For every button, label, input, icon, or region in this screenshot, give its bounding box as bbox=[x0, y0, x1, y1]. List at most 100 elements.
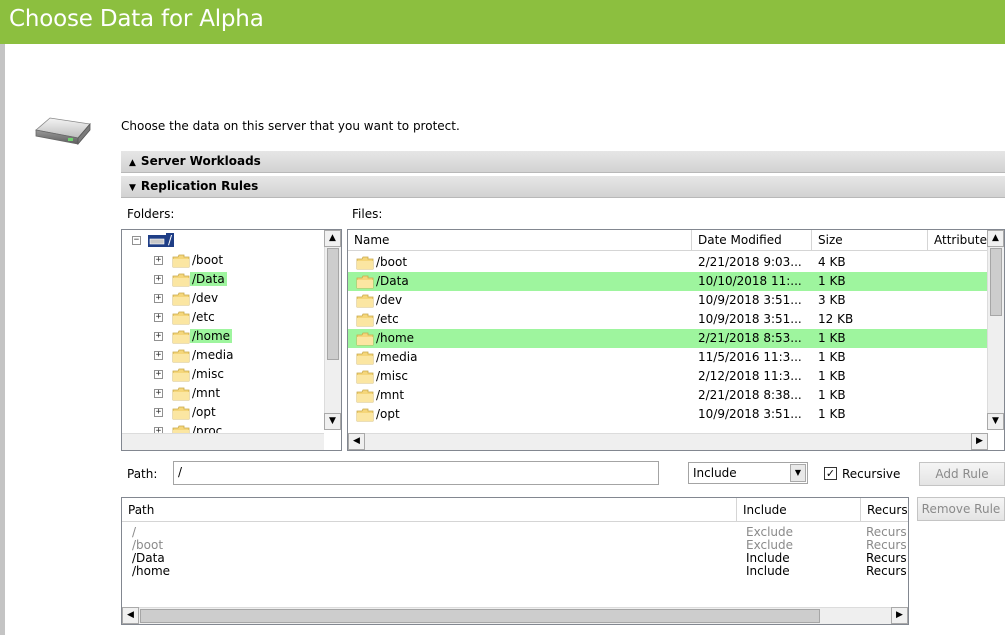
tree-item-label[interactable]: /Data bbox=[190, 272, 227, 286]
rules-hscroll[interactable]: ◀ ▶ bbox=[122, 607, 908, 624]
tree-item[interactable]: + /media bbox=[122, 346, 322, 365]
folder-tree-hscroll[interactable] bbox=[122, 433, 324, 450]
file-date-modified: 2/12/2018 11:3... bbox=[698, 369, 802, 383]
scroll-left-icon[interactable]: ◀ bbox=[348, 433, 365, 450]
rule-recursive: Recursive bbox=[866, 565, 906, 578]
rule-row[interactable]: /DataIncludeRecursive bbox=[122, 552, 908, 565]
rule-path: /home bbox=[132, 564, 171, 578]
tree-item[interactable]: + /mnt bbox=[122, 384, 322, 403]
tree-item-label[interactable]: /misc bbox=[190, 367, 226, 381]
file-row[interactable]: /Data 10/10/2018 11:... 1 KB bbox=[348, 272, 988, 291]
file-name: /etc bbox=[376, 312, 399, 326]
tree-item-label[interactable]: /etc bbox=[190, 310, 217, 324]
file-list[interactable]: Name Date Modified Size Attributes /boot… bbox=[347, 229, 1005, 451]
include-exclude-select[interactable]: Include ▼ bbox=[688, 462, 808, 484]
files-label: Files: bbox=[352, 207, 383, 221]
scroll-thumb[interactable] bbox=[990, 248, 1002, 316]
tree-item[interactable]: + /dev bbox=[122, 289, 322, 308]
tree-item-label[interactable]: /home bbox=[190, 329, 233, 343]
expand-toggle[interactable]: + bbox=[154, 332, 163, 341]
scroll-right-icon[interactable]: ▶ bbox=[891, 607, 908, 624]
file-row[interactable]: /media 11/5/2016 11:3... 1 KB bbox=[348, 348, 988, 367]
tree-item[interactable]: + /opt bbox=[122, 403, 322, 422]
tree-item-label[interactable]: /mnt bbox=[190, 386, 222, 400]
file-row[interactable]: /etc 10/9/2018 3:51... 12 KB bbox=[348, 310, 988, 329]
scroll-up-icon[interactable]: ▲ bbox=[987, 230, 1004, 247]
tree-item-label[interactable]: /opt bbox=[190, 405, 218, 419]
left-border bbox=[0, 44, 5, 635]
rule-row[interactable]: /home Include Recursive bbox=[122, 565, 908, 578]
file-row[interactable]: /dev 10/9/2018 3:51... 3 KB bbox=[348, 291, 988, 310]
intro-text: Choose the data on this server that you … bbox=[121, 119, 460, 133]
rule-row[interactable]: /bootExcludeRecursive bbox=[122, 539, 908, 552]
expand-toggle[interactable]: + bbox=[154, 370, 163, 379]
tree-item-label[interactable]: /boot bbox=[190, 253, 225, 267]
title-bar: Choose Data for Alpha bbox=[0, 0, 1005, 44]
collapse-toggle[interactable]: − bbox=[132, 236, 141, 245]
replication-rules-section[interactable]: ▼ Replication Rules bbox=[121, 176, 1005, 198]
file-list-hscroll[interactable]: ◀ ▶ bbox=[348, 433, 988, 450]
column-size[interactable]: Size bbox=[812, 230, 928, 251]
expand-toggle[interactable]: + bbox=[154, 294, 163, 303]
rules-header: Path Include Recursive bbox=[122, 498, 908, 522]
tree-item-label[interactable]: /media bbox=[190, 348, 235, 362]
tree-root-label[interactable]: / bbox=[166, 233, 175, 247]
server-drive-icon bbox=[148, 235, 166, 247]
scroll-left-icon[interactable]: ◀ bbox=[122, 607, 139, 624]
file-size: 1 KB bbox=[818, 331, 846, 345]
rule-recursive: Recursive bbox=[866, 526, 906, 539]
rule-recursive: Recursive bbox=[866, 539, 906, 552]
file-name: /opt bbox=[376, 407, 400, 421]
scroll-down-icon[interactable]: ▼ bbox=[987, 413, 1004, 430]
file-size: 1 KB bbox=[818, 388, 846, 402]
scroll-down-icon[interactable]: ▼ bbox=[324, 413, 341, 430]
expand-toggle[interactable]: + bbox=[154, 275, 163, 284]
rules-grid[interactable]: Path Include Recursive /ExcludeRecursive… bbox=[121, 497, 909, 625]
file-date-modified: 2/21/2018 8:38... bbox=[698, 388, 802, 402]
file-row[interactable]: /boot 2/21/2018 9:03... 4 KB bbox=[348, 253, 988, 272]
expand-toggle[interactable]: + bbox=[154, 408, 163, 417]
column-path[interactable]: Path bbox=[122, 498, 737, 522]
section-label: Replication Rules bbox=[140, 179, 259, 193]
file-name: /boot bbox=[376, 255, 408, 269]
server-workloads-section[interactable]: ▲ Server Workloads bbox=[121, 151, 1005, 173]
column-attributes[interactable]: Attributes bbox=[928, 230, 988, 251]
file-row[interactable]: /home 2/21/2018 8:53... 1 KB bbox=[348, 329, 988, 348]
file-list-vscroll[interactable]: ▲ ▼ bbox=[987, 230, 1004, 430]
expand-toggle[interactable]: + bbox=[154, 256, 163, 265]
tree-item-label[interactable]: /dev bbox=[190, 291, 220, 305]
column-include[interactable]: Include bbox=[737, 498, 861, 522]
tree-item[interactable]: + /boot bbox=[122, 251, 322, 270]
scroll-thumb[interactable] bbox=[140, 609, 820, 623]
expand-toggle[interactable]: + bbox=[154, 351, 163, 360]
tree-item[interactable]: + /Data bbox=[122, 270, 322, 289]
folder-tree[interactable]: − / +/boot +/Data +/dev +/etc +/home +/media +… bbox=[121, 229, 342, 451]
file-date-modified: 2/21/2018 9:03... bbox=[698, 255, 802, 269]
column-date-modified[interactable]: Date Modified bbox=[692, 230, 812, 251]
scroll-thumb[interactable] bbox=[327, 248, 339, 360]
chevron-down-icon[interactable]: ▼ bbox=[790, 464, 806, 482]
file-date-modified: 10/9/2018 3:51... bbox=[698, 312, 802, 326]
column-name[interactable]: Name bbox=[348, 230, 692, 251]
add-rule-button[interactable]: Add Rule bbox=[919, 462, 1005, 486]
file-date-modified: 2/21/2018 8:53... bbox=[698, 331, 802, 345]
folder-tree-vscroll[interactable]: ▲ ▼ bbox=[324, 230, 341, 430]
folders-label: Folders: bbox=[127, 207, 175, 221]
file-name: /home bbox=[376, 331, 415, 345]
file-row[interactable]: /mnt 2/21/2018 8:38... 1 KB bbox=[348, 386, 988, 405]
column-recursive[interactable]: Recursive bbox=[861, 498, 908, 522]
file-name: /dev bbox=[376, 293, 403, 307]
tree-item[interactable]: + /misc bbox=[122, 365, 322, 384]
remove-rule-button[interactable]: Remove Rule bbox=[917, 497, 1005, 521]
tree-item[interactable]: + /home bbox=[122, 327, 322, 346]
tree-item[interactable]: + /etc bbox=[122, 308, 322, 327]
expand-toggle[interactable]: + bbox=[154, 389, 163, 398]
file-row[interactable]: /opt 10/9/2018 3:51... 1 KB bbox=[348, 405, 988, 424]
path-input[interactable]: / bbox=[173, 461, 659, 485]
scroll-up-icon[interactable]: ▲ bbox=[324, 230, 341, 247]
file-size: 1 KB bbox=[818, 350, 846, 364]
file-row[interactable]: /misc 2/12/2018 11:3... 1 KB bbox=[348, 367, 988, 386]
recursive-checkbox[interactable]: ✓ bbox=[824, 467, 837, 480]
expand-toggle[interactable]: + bbox=[154, 313, 163, 322]
scroll-right-icon[interactable]: ▶ bbox=[971, 433, 988, 450]
